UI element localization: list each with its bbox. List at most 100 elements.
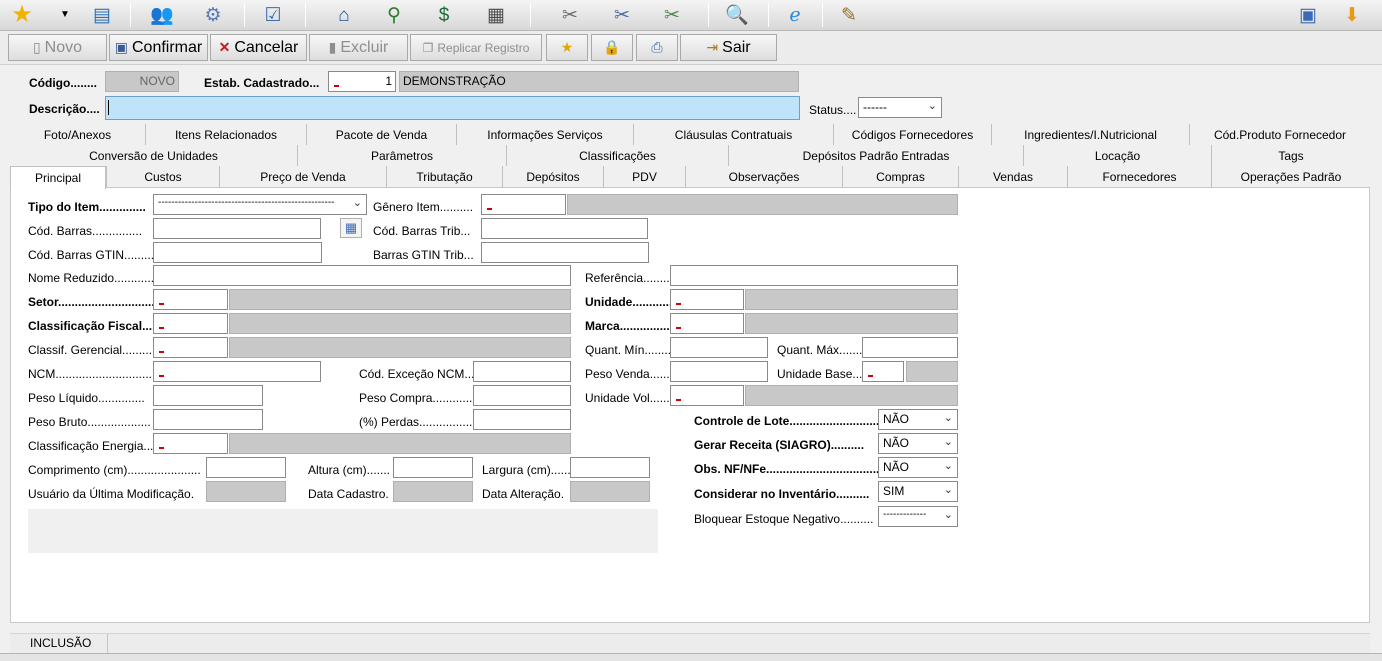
house-icon[interactable]: ⌂ [330,2,358,28]
classif-gerencial-code-field[interactable] [153,337,228,358]
genero-item-field[interactable] [481,194,566,215]
unidade-vol-code-field[interactable] [670,385,744,406]
peso-bruto-field[interactable] [153,409,263,430]
tab-observacoes[interactable]: Observações [685,166,842,187]
cod-barras-gtin-field[interactable] [153,242,322,263]
tab-conversao-unidades[interactable]: Conversão de Unidades [10,145,297,166]
unidade-base-code-field[interactable] [862,361,904,382]
tipo-item-select[interactable]: ----------------------------------------… [153,194,367,215]
tab-codigos-fornecedores[interactable]: Códigos Fornecedores [833,124,991,145]
tab-compras[interactable]: Compras [842,166,958,187]
tab-cod-produto-fornecedor[interactable]: Cód.Produto Fornecedor [1189,124,1370,145]
obs-nf-select[interactable]: NÃO ⌄ [878,457,958,478]
tab-pacote-venda[interactable]: Pacote de Venda [306,124,456,145]
cancelar-button[interactable]: ✕ Cancelar [210,34,307,61]
download-arrow-icon[interactable]: ⬇ [1338,2,1366,28]
bloquear-estoque-select[interactable]: ------------- ⌄ [878,506,958,527]
tab-parametros[interactable]: Parâmetros [297,145,506,166]
tab-principal[interactable]: Principal [10,166,106,189]
usuario-modificacao-label: Usuário da Última Modificação. [28,487,195,501]
peso-venda-label: Peso Venda............... [585,367,670,381]
perdas-field[interactable] [473,409,571,430]
peso-compra-field[interactable] [473,385,571,406]
confirmar-button[interactable]: ▣ Confirmar [109,34,208,61]
users-icon[interactable]: 👥 [148,2,176,28]
tab-preco-venda[interactable]: Preço de Venda [219,166,386,187]
tab-informacoes-servicos[interactable]: Informações Serviços [456,124,633,145]
star-icon[interactable]: ★ [8,2,36,28]
search-tree-icon[interactable]: ⚲ [380,2,408,28]
tools-config-icon[interactable]: ✂ [556,2,584,28]
peso-liquido-field[interactable] [153,385,263,406]
tab-classificacoes[interactable]: Classificações [506,145,728,166]
notepad-icon[interactable]: ▤ [88,2,116,28]
replicar-registro-button[interactable]: ❐ Replicar Registro [410,34,542,61]
classificacao-energia-code-field[interactable] [153,433,228,454]
descricao-field[interactable] [105,96,800,120]
tab-locacao[interactable]: Locação [1023,145,1211,166]
calculator-icon[interactable]: ▦ [482,2,510,28]
barras-gtin-trib-field[interactable] [481,242,649,263]
chevron-down-icon: ⌄ [943,460,953,472]
ncm-field[interactable] [153,361,321,382]
tab-depositos-padrao-entradas[interactable]: Depósitos Padrão Entradas [728,145,1023,166]
nome-reduzido-field[interactable] [153,265,571,286]
codigo-field[interactable]: NOVO [105,71,179,92]
status-select[interactable]: ------ ⌄ [858,97,942,118]
tab-clausulas-contratuais[interactable]: Cláusulas Contratuais [633,124,833,145]
favorite-button[interactable]: ★ [546,34,588,61]
tab-tributacao[interactable]: Tributação [386,166,502,187]
tab-operacoes-padrao[interactable]: Operações Padrão [1211,166,1370,187]
tab-custos[interactable]: Custos [106,166,219,187]
largura-field[interactable] [570,457,650,478]
checklist-icon[interactable]: ☑ [259,2,287,28]
tipo-item-value: ----------------------------------------… [158,197,335,208]
tab-ingredientes[interactable]: Ingredientes/I.Nutricional [991,124,1189,145]
print-button[interactable]: ⎙ [636,34,678,61]
cod-barras-field[interactable] [153,218,321,239]
document-seal-icon[interactable]: ✎ [835,2,863,28]
cod-barras-trib-field[interactable] [481,218,648,239]
quant-max-label: Quant. Máx............. [777,343,862,357]
excluir-button[interactable]: ▮ Excluir [309,34,408,61]
tab-depositos[interactable]: Depósitos [502,166,603,187]
setor-code-field[interactable] [153,289,228,310]
classificacao-fiscal-label: Classificação Fiscal........... [28,319,153,333]
sair-button[interactable]: ⇥ Sair [680,34,777,61]
tab-fornecedores[interactable]: Fornecedores [1067,166,1211,187]
ncm-label: NCM.....................................… [28,367,153,381]
tab-itens-relacionados[interactable]: Itens Relacionados [145,124,306,145]
marca-code-field[interactable] [670,313,744,334]
money-book-icon[interactable]: $ [430,2,458,28]
chevron-down-icon: ⌄ [352,197,362,209]
gerar-receita-select[interactable]: NÃO ⌄ [878,433,958,454]
tab-pdv[interactable]: PDV [603,166,685,187]
quant-min-field[interactable] [670,337,768,358]
unidade-code-field[interactable] [670,289,744,310]
tab-tags[interactable]: Tags [1211,145,1370,166]
referencia-field[interactable] [670,265,958,286]
internet-explorer-icon[interactable]: ℯ [781,2,809,28]
magnifier-icon[interactable]: 🔍 [723,2,751,28]
tab-vendas[interactable]: Vendas [958,166,1067,187]
tools-config-3-icon[interactable]: ✂ [658,2,686,28]
controle-lote-select[interactable]: NÃO ⌄ [878,409,958,430]
classificacao-fiscal-code-field[interactable] [153,313,228,334]
toolbar-separator [822,3,823,27]
comprimento-field[interactable] [206,457,286,478]
altura-field[interactable] [393,457,473,478]
tab-foto-anexos[interactable]: Foto/Anexos [10,124,145,145]
window-layout-icon[interactable]: ▣ [1294,2,1322,28]
cd-settings-icon[interactable]: ⚙ [199,2,227,28]
toolbar-separator [708,3,709,27]
dropdown-arrow-icon[interactable]: ▼ [58,2,72,28]
novo-button[interactable]: ▯ Novo [8,34,107,61]
cod-excecao-ncm-field[interactable] [473,361,571,382]
considerar-inventario-select[interactable]: SIM ⌄ [878,481,958,502]
quant-max-field[interactable] [862,337,958,358]
tools-config-2-icon[interactable]: ✂ [608,2,636,28]
lock-button[interactable]: 🔒 [591,34,633,61]
barcode-generate-icon[interactable]: ▦ [340,218,362,238]
estab-code-field[interactable]: 1 [328,71,396,92]
peso-venda-field[interactable] [670,361,768,382]
